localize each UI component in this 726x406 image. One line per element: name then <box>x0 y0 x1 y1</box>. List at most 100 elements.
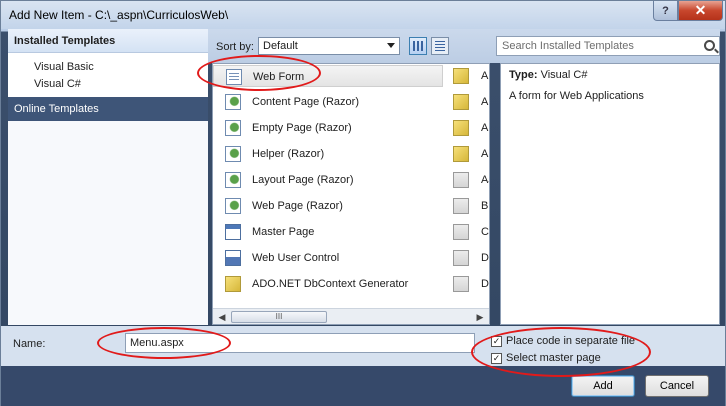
scroll-right-icon[interactable]: ▶ <box>473 311 487 323</box>
sort-toolbar: Sort by: Default <box>208 29 490 63</box>
template-item-empty-page[interactable]: Empty Page (Razor) <box>213 117 443 139</box>
scroll-thumb[interactable]: III <box>231 311 327 323</box>
template-item-web-page[interactable]: Web Page (Razor) <box>213 195 443 217</box>
window-title: Add New Item - C:\_aspn\CurriculosWeb\ <box>9 8 229 22</box>
template-list: Web Form Content Page (Razor) Empty Page… <box>212 63 490 325</box>
category-visual-basic[interactable]: Visual Basic <box>34 61 94 73</box>
template-item-col2[interactable]: Dat <box>451 247 489 269</box>
place-code-checkbox[interactable]: ✓ <box>491 335 502 347</box>
cancel-button[interactable]: Cancel <box>645 375 709 397</box>
template-item-helper[interactable]: Helper (Razor) <box>213 143 443 165</box>
dynamic-icon <box>453 276 469 292</box>
help-button[interactable]: ? <box>653 1 678 21</box>
search-placeholder: Search Installed Templates <box>502 40 634 52</box>
dataset-icon <box>453 250 469 266</box>
chevron-down-icon <box>387 43 395 48</box>
master-page-label: Select master page <box>506 352 601 364</box>
medium-icons-view-button[interactable] <box>409 37 427 55</box>
template-label: Helper (Razor) <box>252 148 325 160</box>
type-label: Type: <box>509 69 538 81</box>
template-item-col2[interactable]: AJA <box>451 169 489 191</box>
sort-dropdown[interactable]: Default <box>258 37 400 55</box>
master-page-checkbox[interactable]: ✓ <box>491 352 502 364</box>
razor-page-icon <box>225 146 241 162</box>
ado-icon <box>453 94 469 110</box>
template-label: Dat <box>481 252 489 264</box>
razor-page-icon <box>225 198 241 214</box>
template-item-col2[interactable]: ADC <box>451 117 489 139</box>
ajax-icon <box>453 172 469 188</box>
close-button[interactable]: ✕ <box>678 1 723 21</box>
template-item-col2[interactable]: ADC <box>451 91 489 113</box>
template-label: ADC <box>481 122 489 134</box>
web-form-icon <box>226 69 242 85</box>
ado-icon <box>453 68 469 84</box>
template-description: A form for Web Applications <box>509 90 644 102</box>
template-label: Brov <box>481 200 489 212</box>
template-item-col2[interactable]: ADC <box>451 143 489 165</box>
template-label: ADO.NET DbContext Generator <box>252 278 409 290</box>
template-item-col2[interactable]: Dyn <box>451 273 489 295</box>
search-icon[interactable] <box>704 40 715 51</box>
search-bar: Search Installed Templates <box>490 29 720 63</box>
template-label: ADC <box>481 96 489 108</box>
template-details-pane: Type: Visual C# A form for Web Applicati… <box>500 63 720 325</box>
template-label: ADC <box>481 70 489 82</box>
template-item-layout-page[interactable]: Layout Page (Razor) <box>213 169 443 191</box>
template-category-pane: Installed Templates Visual Basic Visual … <box>8 29 208 325</box>
template-label: Dyn <box>481 278 489 290</box>
template-item-col2[interactable]: Brov <box>451 195 489 217</box>
name-options-band: Name: Menu.aspx ✓ Place code in separate… <box>1 326 725 366</box>
template-label: Empty Page (Razor) <box>252 122 352 134</box>
grid-view-icon <box>413 41 423 51</box>
ado-icon <box>453 120 469 136</box>
template-item-master-page[interactable]: Master Page <box>213 221 443 243</box>
template-label: Layout Page (Razor) <box>252 174 354 186</box>
template-item-ado-dbcontext[interactable]: ADO.NET DbContext Generator <box>213 273 443 295</box>
template-label: Clas <box>481 226 489 238</box>
category-pane-background <box>8 121 208 325</box>
add-button[interactable]: Add <box>571 375 635 397</box>
user-control-icon <box>225 250 241 266</box>
template-label: Web Form <box>253 71 305 83</box>
template-label: Content Page (Razor) <box>252 96 359 108</box>
sort-value: Default <box>263 40 298 52</box>
template-label: Web Page (Razor) <box>252 200 343 212</box>
online-templates-item[interactable]: Online Templates <box>8 97 208 121</box>
razor-page-icon <box>225 120 241 136</box>
template-label: AJA <box>481 174 489 186</box>
scroll-left-icon[interactable]: ◀ <box>215 311 229 323</box>
horizontal-scrollbar[interactable]: ◀ III ▶ <box>213 308 489 324</box>
title-bar: Add New Item - C:\_aspn\CurriculosWeb\ ?… <box>1 1 725 29</box>
add-new-item-dialog: Add New Item - C:\_aspn\CurriculosWeb\ ?… <box>0 0 726 406</box>
class-icon <box>453 224 469 240</box>
place-code-label: Place code in separate file <box>506 335 636 347</box>
type-line: Type: Visual C# <box>509 69 587 81</box>
template-item-web-form[interactable]: Web Form <box>213 65 443 87</box>
template-label: ADC <box>481 148 489 160</box>
list-view-icon <box>435 41 445 51</box>
template-item-col2[interactable]: Clas <box>451 221 489 243</box>
search-input[interactable]: Search Installed Templates <box>496 36 720 56</box>
name-input[interactable]: Menu.aspx <box>125 333 475 353</box>
razor-page-icon <box>225 94 241 110</box>
template-item-web-user-control[interactable]: Web User Control <box>213 247 443 269</box>
template-item-col2[interactable]: ADC <box>451 65 489 87</box>
type-value: Visual C# <box>540 69 588 81</box>
dialog-footer: Add Cancel <box>1 366 725 406</box>
details-view-button[interactable] <box>431 37 449 55</box>
name-label: Name: <box>13 338 46 350</box>
category-visual-csharp[interactable]: Visual C# <box>34 78 81 90</box>
master-page-icon <box>225 224 241 240</box>
place-code-separate-option[interactable]: ✓ Place code in separate file <box>491 335 635 347</box>
sort-label: Sort by: <box>216 41 254 53</box>
razor-page-icon <box>225 172 241 188</box>
ado-icon <box>225 276 241 292</box>
template-label: Master Page <box>252 226 315 238</box>
template-item-content-page[interactable]: Content Page (Razor) <box>213 91 443 113</box>
installed-templates-header[interactable]: Installed Templates <box>8 29 208 53</box>
template-label: Web User Control <box>252 252 340 264</box>
ado-icon <box>453 146 469 162</box>
browser-icon <box>453 198 469 214</box>
select-master-page-option[interactable]: ✓ Select master page <box>491 352 601 364</box>
